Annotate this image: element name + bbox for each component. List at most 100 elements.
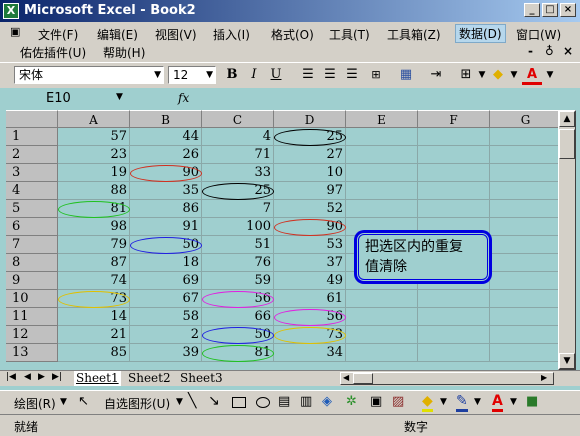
horizontal-scroll-thumb[interactable] <box>353 373 373 384</box>
grid-cell[interactable] <box>490 272 558 290</box>
diagram-icon[interactable]: ✲ <box>346 394 357 409</box>
grid-cell[interactable]: 21 <box>58 326 130 344</box>
grid-cell[interactable] <box>346 344 418 362</box>
merge-center-icon[interactable]: ⊞ <box>366 65 386 85</box>
grid-cell[interactable] <box>490 290 558 308</box>
grid-cell[interactable]: 33 <box>202 164 274 182</box>
row-header[interactable]: 6 <box>6 218 58 236</box>
grid-cell[interactable] <box>418 200 490 218</box>
menu-file[interactable]: 文件(F) <box>38 26 78 43</box>
grid-cell[interactable] <box>418 326 490 344</box>
duplicate-circle-annotation[interactable] <box>202 291 274 308</box>
grid-cell[interactable]: 10 <box>274 164 346 182</box>
grid-cell[interactable]: 59 <box>202 272 274 290</box>
grid-cell[interactable] <box>418 308 490 326</box>
grid-cell[interactable] <box>490 200 558 218</box>
grid-cell[interactable] <box>490 254 558 272</box>
rectangle-icon[interactable] <box>232 397 246 408</box>
prev-sheet-icon[interactable]: ◀ <box>24 372 31 382</box>
menu-plugin[interactable]: 佑佐插件(U) <box>20 44 86 61</box>
row-header[interactable]: 10 <box>6 290 58 308</box>
tab-sheet3[interactable]: Sheet3 <box>180 371 223 386</box>
oval-icon[interactable] <box>256 397 270 408</box>
doc-restore-button[interactable]: ♁ <box>545 44 554 58</box>
duplicate-circle-annotation[interactable] <box>130 165 202 182</box>
horizontal-scrollbar[interactable]: ◀ ▶ <box>340 372 554 385</box>
grid-cell[interactable]: 97 <box>274 182 346 200</box>
grid-cell[interactable] <box>346 326 418 344</box>
grid-cell[interactable]: 100 <box>202 218 274 236</box>
vertical-scrollbar[interactable]: ▲ ▼ <box>558 110 576 370</box>
excel-app-icon[interactable]: X <box>3 3 19 19</box>
chevron-down-icon[interactable]: ▼ <box>510 397 517 407</box>
autoshapes-button[interactable]: 自选图形(U) <box>104 395 170 412</box>
italic-button[interactable]: I <box>244 65 264 85</box>
row-header[interactable]: 13 <box>6 344 58 362</box>
grid-cell[interactable]: 51 <box>202 236 274 254</box>
grid-cell[interactable]: 19 <box>58 164 130 182</box>
underline-button[interactable]: U <box>266 65 286 85</box>
function-wizard-icon[interactable]: fx <box>178 91 189 105</box>
grid-cell[interactable]: 23 <box>58 146 130 164</box>
grid-cell[interactable]: 27 <box>274 146 346 164</box>
align-right-icon[interactable]: ☰ <box>342 65 362 85</box>
formula-input[interactable] <box>200 91 570 107</box>
grid-cell[interactable]: 49 <box>274 272 346 290</box>
tab-sheet1[interactable]: Sheet1 <box>74 371 121 386</box>
chevron-down-icon[interactable]: ▼ <box>540 65 560 85</box>
duplicate-circle-annotation[interactable] <box>202 345 274 362</box>
textbox-icon[interactable]: ▤ <box>278 394 290 409</box>
bold-button[interactable]: B <box>222 65 242 85</box>
first-sheet-icon[interactable]: |◀ <box>6 372 16 382</box>
grid-cell[interactable] <box>346 182 418 200</box>
select-objects-icon[interactable]: ↖ <box>78 394 89 409</box>
grid-cell[interactable]: 87 <box>58 254 130 272</box>
menu-window[interactable]: 窗口(W) <box>516 26 561 43</box>
grid-cell[interactable]: 34 <box>274 344 346 362</box>
grid-cell[interactable] <box>490 326 558 344</box>
row-header[interactable]: 9 <box>6 272 58 290</box>
grid-cell[interactable]: 67 <box>130 290 202 308</box>
grid-cell[interactable]: 39 <box>130 344 202 362</box>
row-header[interactable]: 5 <box>6 200 58 218</box>
picture-icon[interactable]: ▨ <box>392 394 404 409</box>
grid-cell[interactable] <box>418 128 490 146</box>
arrow-icon[interactable]: ↘ <box>208 393 220 409</box>
column-header-e[interactable]: E <box>346 110 418 128</box>
row-header[interactable]: 4 <box>6 182 58 200</box>
menu-tools[interactable]: 工具(T) <box>329 26 370 43</box>
grid-cell[interactable] <box>490 344 558 362</box>
duplicate-circle-annotation[interactable] <box>58 201 130 218</box>
indent-icon[interactable]: ⇥ <box>426 65 446 85</box>
align-left-icon[interactable]: ☰ <box>298 65 318 85</box>
line-icon[interactable]: ╲ <box>188 393 196 409</box>
grid-cell[interactable]: 85 <box>58 344 130 362</box>
row-header[interactable]: 2 <box>6 146 58 164</box>
vertical-textbox-icon[interactable]: ▥ <box>300 394 312 409</box>
minimize-button[interactable]: _ <box>524 3 540 17</box>
maximize-button[interactable]: □ <box>542 3 558 17</box>
grid-cell[interactable]: 57 <box>58 128 130 146</box>
row-header[interactable]: 1 <box>6 128 58 146</box>
scroll-right-arrow-icon[interactable]: ▶ <box>541 373 547 382</box>
grid-cell[interactable]: 61 <box>274 290 346 308</box>
vertical-scroll-thumb[interactable] <box>559 129 575 159</box>
wordart-icon[interactable]: ◈ <box>322 394 332 409</box>
duplicate-circle-annotation[interactable] <box>274 219 346 236</box>
grid-cell[interactable] <box>418 290 490 308</box>
duplicate-circle-annotation[interactable] <box>274 129 346 146</box>
column-header-d[interactable]: D <box>274 110 346 128</box>
doc-close-button[interactable]: × <box>563 44 573 58</box>
grid-cell[interactable]: 91 <box>130 218 202 236</box>
column-header-a[interactable]: A <box>58 110 130 128</box>
grid-cell[interactable] <box>346 128 418 146</box>
row-header[interactable]: 7 <box>6 236 58 254</box>
chevron-down-icon[interactable]: ▼ <box>60 397 67 407</box>
font-size-select[interactable]: 12 ▼ <box>168 66 216 84</box>
grid-cell[interactable] <box>418 146 490 164</box>
row-header[interactable]: 12 <box>6 326 58 344</box>
grid-cell[interactable]: 79 <box>58 236 130 254</box>
menu-insert[interactable]: 插入(I) <box>213 26 250 43</box>
duplicate-circle-annotation[interactable] <box>274 309 346 326</box>
grid-cell[interactable]: 88 <box>58 182 130 200</box>
